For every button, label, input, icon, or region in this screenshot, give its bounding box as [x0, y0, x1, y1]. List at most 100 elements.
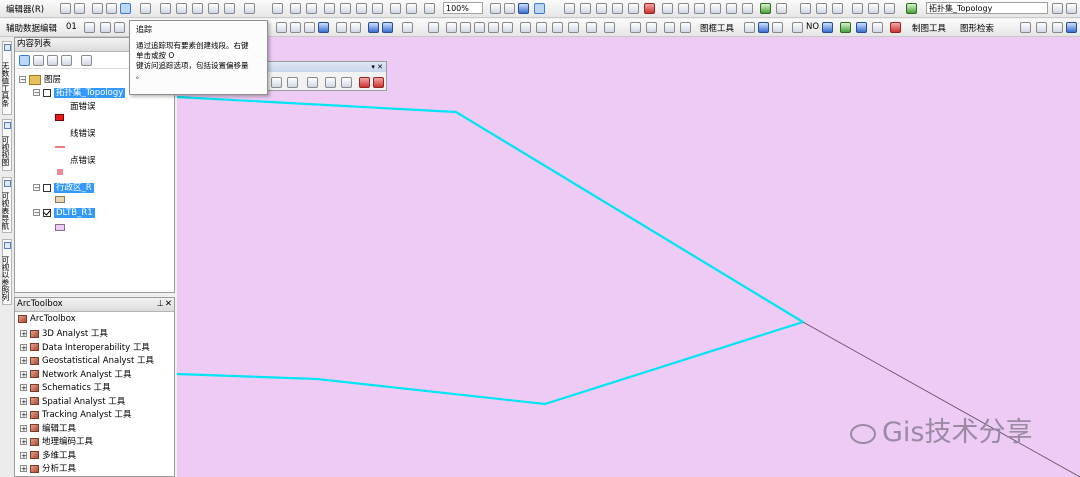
expand-icon[interactable]: + — [20, 343, 27, 351]
person-icon[interactable] — [822, 22, 833, 33]
drawing-tools-menu[interactable]: 制图工具 — [912, 22, 946, 34]
expand-icon[interactable]: + — [20, 465, 27, 473]
delete-error-icon[interactable] — [359, 77, 370, 88]
options-icon[interactable] — [776, 3, 787, 14]
error-table-icon[interactable] — [307, 77, 318, 88]
topology-toolbar-icon[interactable] — [906, 3, 917, 14]
edge-snap-icon[interactable] — [596, 3, 607, 14]
geo-ref-icon[interactable] — [662, 3, 673, 14]
snap-icon[interactable] — [564, 3, 575, 14]
arctoolbox-root[interactable]: ArcToolbox — [18, 314, 76, 324]
expand-icon[interactable]: + — [20, 384, 27, 392]
straight-segment-icon[interactable] — [92, 3, 103, 14]
edit-vertices-icon[interactable] — [74, 3, 85, 14]
construct-icon[interactable] — [372, 3, 383, 14]
toolbox-item[interactable]: + 分析工具 — [20, 462, 76, 474]
identify-icon[interactable] — [460, 22, 471, 33]
stop-icon[interactable] — [890, 22, 901, 33]
end-point-arc-icon[interactable] — [106, 3, 117, 14]
floating-close-icon[interactable]: ✕ — [377, 63, 383, 71]
list-by-drawing-order-icon[interactable] — [19, 55, 30, 66]
layers-root[interactable]: − 图层 — [19, 73, 61, 85]
list-by-visibility-icon[interactable] — [47, 55, 58, 66]
layout-view-icon[interactable] — [490, 3, 501, 14]
topology-edit-icon[interactable] — [160, 3, 171, 14]
more-icon[interactable] — [1066, 3, 1077, 14]
create-viewer-icon[interactable] — [586, 22, 597, 33]
catalog-icon[interactable] — [518, 3, 529, 14]
toolbox-item[interactable]: + Schematics 工具 — [20, 381, 111, 393]
end-snap-icon[interactable] — [612, 3, 623, 14]
zoom-out-icon[interactable] — [290, 22, 301, 33]
toolbox-item[interactable]: + 编辑工具 — [20, 422, 76, 434]
polygon-draw-icon[interactable] — [868, 3, 879, 14]
layer-dltb-checkbox[interactable] — [43, 208, 51, 217]
layer-dltb[interactable]: − DLTB_R1 — [33, 208, 95, 218]
fixed-zoom-in-icon[interactable] — [336, 22, 347, 33]
topology-combo[interactable]: 拓扑集_Topology — [926, 2, 1048, 14]
zoom-in-page-icon[interactable] — [424, 3, 435, 14]
dropdown-icon[interactable]: ▾ — [371, 63, 375, 71]
pen-icon[interactable] — [772, 22, 783, 33]
flag-icon[interactable] — [800, 3, 811, 14]
fixed-zoom-out-icon[interactable] — [350, 22, 361, 33]
expand-icon[interactable]: + — [20, 451, 27, 459]
expand-icon[interactable]: + — [20, 330, 27, 338]
layer-admin-region-checkbox[interactable] — [43, 183, 51, 192]
error-inspector-icon[interactable] — [290, 3, 301, 14]
expand-icon[interactable]: + — [20, 424, 27, 432]
floating-toolbar-header[interactable]: ▾ ✕ — [265, 62, 386, 72]
contrast-icon[interactable] — [1052, 3, 1063, 14]
network-icon[interactable] — [840, 22, 851, 33]
graphic-query-menu[interactable]: 图形检索 — [960, 22, 994, 34]
layout-page-icon[interactable] — [604, 22, 615, 33]
forward-icon[interactable] — [382, 22, 393, 33]
circle-blue-icon[interactable] — [856, 22, 867, 33]
select-elements-icon[interactable] — [446, 22, 457, 33]
toolbox-item[interactable]: + Spatial Analyst 工具 — [20, 395, 125, 407]
toolbox-item[interactable]: + Network Analyst 工具 — [20, 368, 131, 380]
chart-icon[interactable] — [287, 77, 298, 88]
layer-admin-region[interactable]: − 行政区_R — [33, 181, 94, 193]
collapse-icon[interactable]: − — [33, 89, 40, 97]
sketch-properties-icon[interactable] — [244, 3, 255, 14]
reshape-icon[interactable] — [192, 3, 203, 14]
layer-topology-checkbox[interactable] — [43, 88, 51, 97]
toolbox-item[interactable]: + Data Interoperability 工具 — [20, 341, 150, 353]
expand-icon[interactable]: + — [20, 411, 27, 419]
pointer-icon[interactable] — [60, 3, 71, 14]
link-icon[interactable] — [678, 3, 689, 14]
zoom-in-icon[interactable] — [276, 22, 287, 33]
html-popup-icon[interactable] — [488, 22, 499, 33]
expand-icon[interactable]: + — [20, 357, 27, 365]
toolbox-item[interactable]: + 多维工具 — [20, 449, 76, 461]
toc-options-icon[interactable] — [81, 55, 92, 66]
zoom-combo[interactable]: 100% — [443, 2, 483, 14]
rect-icon[interactable] — [792, 22, 803, 33]
merge-icon[interactable] — [356, 3, 367, 14]
shared-edge-icon[interactable] — [340, 3, 351, 14]
layer-dltb-label[interactable]: DLTB_R1 — [54, 208, 95, 218]
edit-tool-icon[interactable] — [140, 3, 151, 14]
clear-selection-icon[interactable] — [428, 22, 439, 33]
collapse-icon[interactable]: − — [33, 209, 40, 217]
back-icon[interactable] — [368, 22, 379, 33]
toolbox-item[interactable]: + 地理编码工具 — [20, 435, 93, 447]
midpoint-snap-icon[interactable] — [628, 3, 639, 14]
no-label[interactable]: NO — [806, 22, 819, 32]
pin-icon[interactable]: ⊥ — [157, 298, 164, 311]
toolbox-item[interactable]: +3D Analyst 工具 — [20, 327, 108, 339]
rotate-icon[interactable] — [208, 3, 219, 14]
aux-edit-menu[interactable]: 辅助数据编辑 — [6, 22, 57, 34]
side-tab-0[interactable]: 无数值工具条 — [1, 41, 12, 115]
side-tab-3[interactable]: 可视以参照列表 — [1, 239, 12, 305]
select-features-icon[interactable] — [402, 22, 413, 33]
collapse-icon[interactable]: − — [19, 76, 26, 84]
validate-icon[interactable] — [272, 3, 283, 14]
measure-icon[interactable] — [502, 22, 513, 33]
frame-tools-menu[interactable]: 图框工具 — [700, 22, 734, 34]
layer-topology-label[interactable]: 拓扑集_Topology — [54, 88, 126, 98]
toolbox-item[interactable]: + Geostatistical Analyst 工具 — [20, 354, 154, 366]
full-extent-icon[interactable] — [318, 22, 329, 33]
globe-icon[interactable] — [644, 3, 655, 14]
